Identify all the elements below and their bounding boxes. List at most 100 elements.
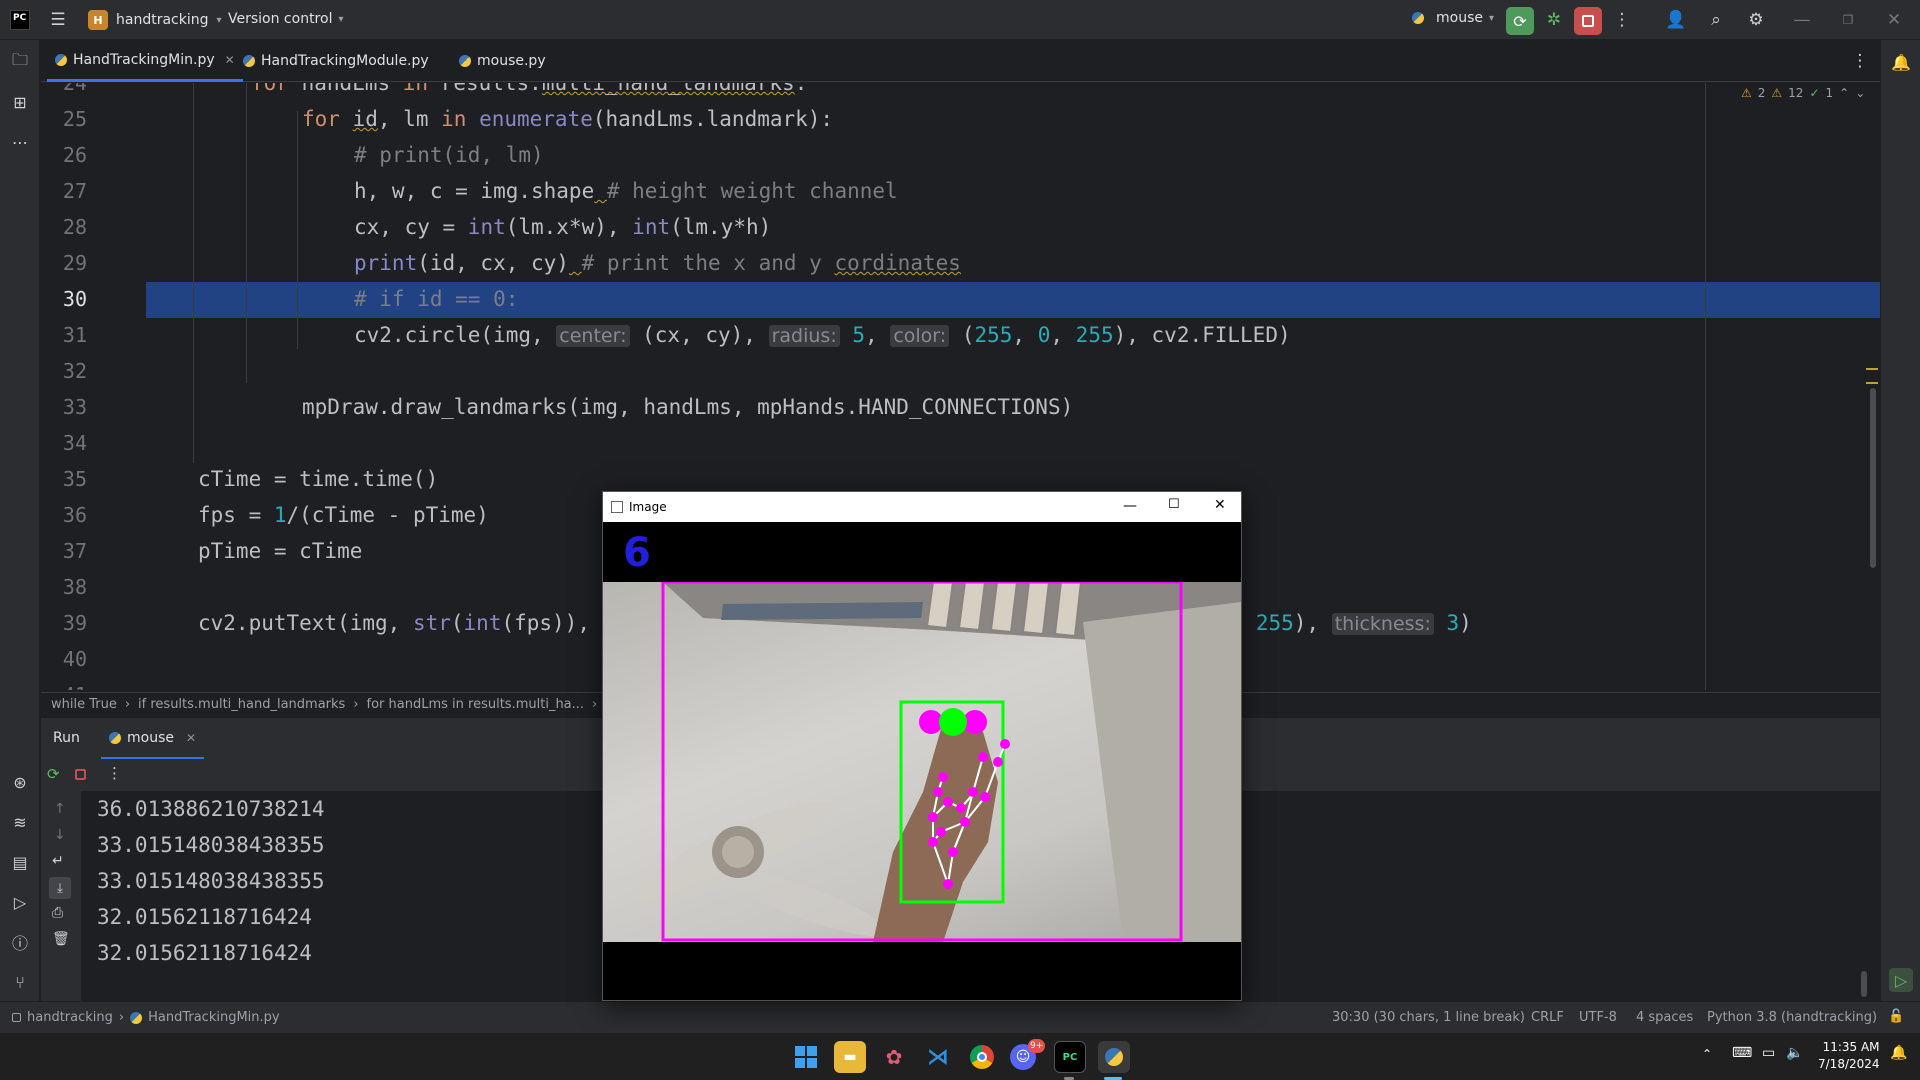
indent-setting[interactable]: 4 spaces bbox=[1636, 1010, 1693, 1025]
main-menu-icon[interactable]: ☰ bbox=[44, 6, 72, 34]
image-window-title: Image bbox=[629, 500, 667, 514]
structure-icon[interactable]: ⊞ bbox=[8, 90, 32, 114]
line-number: 41 bbox=[41, 683, 87, 690]
line-number: 40 bbox=[62, 647, 87, 671]
project-badge: H bbox=[88, 10, 108, 30]
scroll-to-end-icon[interactable]: ⤓ bbox=[49, 877, 71, 899]
add-user-icon[interactable]: 👤 bbox=[1662, 6, 1690, 34]
run-tool-icon[interactable]: ▷ bbox=[1889, 968, 1913, 992]
code-line: # if id == 0: bbox=[354, 287, 519, 311]
close-tab-icon[interactable]: ✕ bbox=[225, 53, 235, 67]
problems-icon[interactable]: ⓘ bbox=[8, 930, 32, 954]
line-number: 25 bbox=[62, 107, 87, 131]
close-tab-icon[interactable]: ✕ bbox=[186, 731, 196, 745]
network-icon[interactable]: ▭ bbox=[1762, 1045, 1775, 1061]
notifications-icon[interactable]: 🔔 bbox=[1889, 50, 1913, 74]
python-file-icon bbox=[459, 55, 471, 67]
breadcrumb-item[interactable]: if results.multi_hand_landmarks bbox=[138, 697, 345, 712]
close-icon[interactable]: ✕ bbox=[1880, 6, 1908, 34]
line-number: 35 bbox=[62, 467, 87, 491]
close-icon[interactable]: ✕ bbox=[1214, 497, 1226, 513]
minimize-icon[interactable]: — bbox=[1788, 6, 1816, 34]
python-interpreter[interactable]: Python 3.8 (handtracking) bbox=[1707, 1010, 1877, 1025]
keyboard-icon[interactable]: ⌨ bbox=[1732, 1045, 1752, 1061]
pinned-app-icon[interactable]: ✿ bbox=[878, 1041, 910, 1073]
soft-wrap-icon[interactable]: ↵ bbox=[52, 853, 64, 869]
tab-mouse[interactable]: mouse.py bbox=[451, 40, 554, 82]
breadcrumb-item[interactable]: while True bbox=[51, 697, 117, 712]
rerun-button[interactable]: ⟳ bbox=[1506, 7, 1534, 35]
webcam-scene bbox=[632, 582, 1241, 942]
services-icon[interactable]: ▷ bbox=[8, 890, 32, 914]
notification-badge: 9+ bbox=[1028, 1039, 1046, 1053]
window-app-icon bbox=[611, 501, 623, 513]
line-number: 36 bbox=[62, 503, 87, 527]
python-file-icon bbox=[130, 1011, 143, 1024]
maximize-icon[interactable]: ☐ bbox=[1168, 497, 1180, 512]
restore-icon[interactable]: ❐ bbox=[1834, 6, 1862, 34]
settings-icon[interactable]: ⚙ bbox=[1742, 6, 1770, 34]
tab-handtrackingmodule[interactable]: HandTrackingModule.py bbox=[235, 40, 437, 82]
file-encoding[interactable]: UTF-8 bbox=[1579, 1010, 1617, 1025]
tabs-menu-icon[interactable]: ⋮ bbox=[1846, 47, 1874, 75]
line-number: 29 bbox=[62, 251, 87, 275]
python-packages-icon[interactable]: ⊛ bbox=[8, 770, 32, 794]
file-explorer-icon[interactable]: ▬ bbox=[834, 1041, 866, 1073]
debug-icon[interactable]: ✲ bbox=[1540, 6, 1568, 34]
opencv-image-window[interactable]: Image — ☐ ✕ 6 bbox=[602, 491, 1242, 1001]
console-scrollbar[interactable] bbox=[1861, 971, 1867, 997]
chrome-icon[interactable] bbox=[966, 1041, 998, 1073]
minimize-icon[interactable]: — bbox=[1123, 498, 1137, 514]
webcam-frame bbox=[603, 582, 1241, 942]
run-tab-mouse[interactable]: mouse ✕ bbox=[101, 718, 205, 760]
line-number: 39 bbox=[62, 611, 87, 635]
search-icon[interactable]: ⌕ bbox=[1702, 6, 1730, 34]
chevron-down-icon: ▾ bbox=[1488, 12, 1495, 24]
tab-handtrackingmin[interactable]: HandTrackingMin.py ✕ bbox=[47, 40, 243, 82]
run-config-name: mouse bbox=[1436, 10, 1483, 26]
vcs-selector[interactable]: Version control ▾ bbox=[228, 11, 344, 27]
print-icon[interactable]: ⎙ bbox=[52, 905, 63, 921]
line-number: 30 bbox=[62, 287, 87, 311]
terminal-icon[interactable]: ▤ bbox=[8, 850, 32, 874]
volume-icon[interactable]: 🔈 bbox=[1786, 1045, 1803, 1061]
arrow-up-icon[interactable]: ↑ bbox=[54, 801, 66, 817]
lock-icon[interactable]: 🔓 bbox=[1888, 1009, 1904, 1024]
chevron-right-icon: › bbox=[124, 697, 131, 712]
start-button[interactable] bbox=[790, 1041, 822, 1073]
line-number: 28 bbox=[62, 215, 87, 239]
pycharm-taskbar-icon[interactable]: PC bbox=[1054, 1041, 1086, 1073]
arrow-down-icon[interactable]: ↓ bbox=[54, 827, 66, 843]
stop-button[interactable] bbox=[1574, 7, 1602, 35]
breadcrumb-item[interactable]: for handLms in results.multi_ha... bbox=[367, 697, 585, 712]
path-project[interactable]: handtracking bbox=[27, 1010, 113, 1025]
stop-icon[interactable] bbox=[75, 769, 86, 780]
chevron-right-icon: › bbox=[118, 1010, 125, 1025]
path-file[interactable]: HandTrackingMin.py bbox=[148, 1010, 280, 1025]
vcs-label: Version control bbox=[228, 11, 333, 27]
layers-icon[interactable]: ≋ bbox=[8, 810, 32, 834]
python-taskbar-icon[interactable] bbox=[1098, 1041, 1130, 1073]
more-actions-icon[interactable]: ⋮ bbox=[107, 764, 122, 782]
right-tool-strip: 🔔 ▷ bbox=[1880, 40, 1920, 1032]
notification-bell-icon[interactable]: 🔔 bbox=[1890, 1045, 1907, 1061]
image-window-titlebar[interactable]: Image — ☐ ✕ bbox=[603, 492, 1241, 522]
navigation-path[interactable]: handtracking › HandTrackingMin.py bbox=[12, 1010, 280, 1025]
line-separator[interactable]: CRLF bbox=[1531, 1010, 1564, 1025]
project-folder-icon[interactable]: 🗀 bbox=[8, 50, 32, 74]
caret-position[interactable]: 30:30 (30 chars, 1 line break) bbox=[1332, 1010, 1525, 1025]
vscode-icon[interactable]: ⋊ bbox=[922, 1041, 954, 1073]
git-icon[interactable]: ⑂ bbox=[8, 970, 32, 994]
line-number: 24 bbox=[62, 83, 87, 95]
project-selector[interactable]: H handtracking ▾ bbox=[88, 10, 222, 30]
tray-overflow-icon[interactable]: ⌃ bbox=[1702, 1047, 1712, 1061]
more-tools-icon[interactable]: ⋯ bbox=[8, 130, 32, 154]
rerun-icon[interactable]: ⟳ bbox=[47, 765, 60, 783]
python-file-icon bbox=[243, 55, 255, 67]
code-line: for handLms in results.multi_hand_landma… bbox=[251, 83, 808, 95]
trash-icon[interactable]: 🗑 bbox=[52, 931, 70, 947]
run-config-selector[interactable]: mouse ▾ bbox=[1412, 10, 1494, 26]
console-line: 32.01562118716424 bbox=[97, 905, 312, 929]
clock[interactable]: 11:35 AM 7/18/2024 bbox=[1818, 1039, 1880, 1073]
more-actions-icon[interactable]: ⋮ bbox=[1608, 6, 1636, 34]
